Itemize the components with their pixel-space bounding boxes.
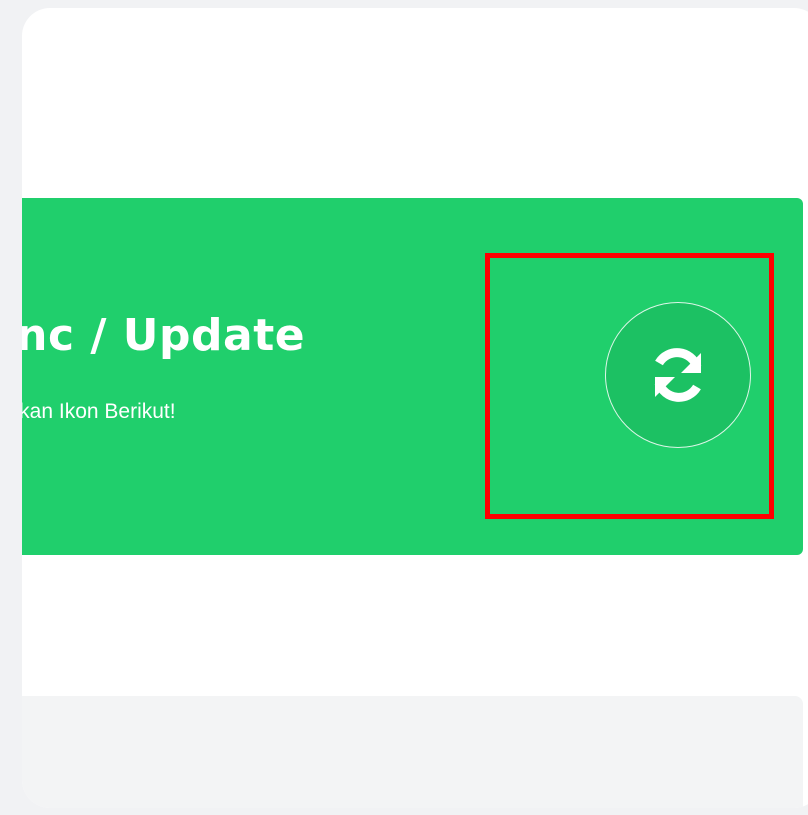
sync-icon [646,343,710,407]
sync-banner: ync / Update hkan Tekan Ikon Berikut! [22,198,803,555]
sync-button[interactable] [605,302,751,448]
banner-title-container: ync / Update [22,308,482,368]
banner-subtitle-container: hkan Tekan Ikon Berikut! [22,395,482,429]
banner-title: ync / Update [22,310,306,361]
banner-subtitle: hkan Tekan Ikon Berikut! [22,400,176,423]
footer-bar [22,696,803,808]
sync-card: ync / Update hkan Tekan Ikon Berikut! [22,8,808,808]
